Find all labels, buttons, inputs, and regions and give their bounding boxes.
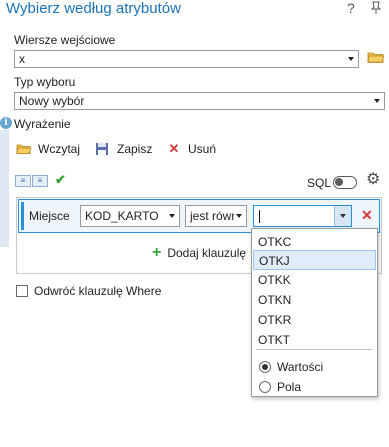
selection-type-combo[interactable]: Nowy wybór bbox=[14, 92, 385, 110]
where-label: Miejsce bbox=[29, 209, 70, 223]
expression-rail bbox=[0, 130, 9, 247]
selection-type-label: Typ wyboru bbox=[14, 75, 76, 89]
remove-label: Usuń bbox=[188, 142, 217, 156]
window-titlebar: Wybierz według atrybutów ? bbox=[0, 0, 389, 22]
save-disk-icon bbox=[95, 142, 111, 156]
load-button[interactable]: Wczytaj bbox=[16, 141, 80, 157]
field-value: KOD_KARTO bbox=[85, 209, 159, 223]
checkbox-box[interactable] bbox=[16, 285, 28, 297]
delete-clause-icon[interactable]: ✕ bbox=[361, 207, 373, 224]
invert-where-checkbox[interactable]: Odwróć klauzulę Where bbox=[16, 284, 161, 298]
browse-folder-icon[interactable] bbox=[367, 50, 385, 64]
sql-label: SQL bbox=[307, 176, 332, 190]
dropdown-option[interactable]: OTKT bbox=[253, 330, 376, 350]
gear-icon[interactable]: ⚙ bbox=[366, 172, 380, 188]
window-title: Wybierz według atrybutów bbox=[6, 0, 181, 17]
chevron-down-icon bbox=[169, 214, 175, 218]
toggle-knob bbox=[335, 178, 343, 186]
chevron-down-icon bbox=[236, 214, 242, 218]
value-dropdown-button[interactable] bbox=[334, 206, 351, 226]
dropdown-option[interactable]: OTKC bbox=[253, 232, 376, 252]
dropdown-option[interactable]: OTKN bbox=[253, 290, 376, 310]
dropdown-option[interactable]: OTKK bbox=[253, 270, 376, 290]
remove-button[interactable]: ✕ Usuń bbox=[166, 141, 216, 157]
operator-value: jest równ bbox=[190, 209, 234, 223]
expression-view-toggles: ≡ ≡ bbox=[15, 175, 48, 187]
expression-label: Wyrażenie bbox=[14, 117, 71, 131]
plus-icon: + bbox=[152, 244, 162, 261]
input-rows-label: Wiersze wejściowe bbox=[14, 33, 116, 47]
load-label: Wczytaj bbox=[38, 142, 80, 156]
value-input[interactable] bbox=[253, 205, 352, 227]
chevron-down-icon bbox=[340, 214, 346, 218]
mode-values-radio[interactable]: Wartości bbox=[259, 360, 323, 374]
radio-button[interactable] bbox=[259, 381, 271, 393]
dropdown-separator bbox=[256, 349, 373, 350]
verify-check-icon[interactable]: ✔ bbox=[55, 172, 66, 188]
indent-icon[interactable]: ≡ bbox=[15, 175, 31, 187]
value-dropdown-list: OTKC OTKJ OTKK OTKN OTKR OTKT Wartości P… bbox=[251, 228, 378, 397]
outdent-icon[interactable]: ≡ bbox=[32, 175, 48, 187]
field-select[interactable]: KOD_KARTO bbox=[80, 205, 180, 227]
chevron-down-icon bbox=[374, 99, 380, 103]
operator-select[interactable]: jest równ bbox=[185, 205, 247, 227]
selection-type-value: Nowy wybór bbox=[19, 94, 85, 108]
close-icon: ✕ bbox=[168, 141, 180, 156]
save-label: Zapisz bbox=[117, 142, 153, 156]
radio-button[interactable] bbox=[259, 361, 271, 373]
mode-values-label: Wartości bbox=[277, 360, 324, 374]
mode-fields-label: Pola bbox=[277, 380, 302, 394]
add-clause-label: Dodaj klauzulę bbox=[167, 246, 247, 260]
dropdown-option-selected[interactable]: OTKJ bbox=[253, 250, 376, 270]
save-button[interactable]: Zapisz bbox=[95, 141, 152, 157]
mode-fields-radio[interactable]: Pola bbox=[259, 380, 301, 394]
help-button[interactable]: ? bbox=[347, 0, 355, 16]
input-rows-combo[interactable]: x bbox=[14, 50, 359, 68]
clause-grip[interactable] bbox=[21, 202, 24, 230]
info-icon: i bbox=[0, 117, 12, 129]
input-rows-value: x bbox=[19, 52, 25, 66]
add-clause-button[interactable]: + Dodaj klauzulę bbox=[152, 244, 247, 261]
text-cursor bbox=[259, 210, 260, 223]
chevron-down-icon bbox=[348, 57, 354, 61]
invert-where-label: Odwróć klauzulę Where bbox=[34, 284, 162, 298]
folder-open-icon bbox=[16, 142, 32, 156]
pin-icon[interactable] bbox=[370, 1, 382, 18]
dropdown-option[interactable]: OTKR bbox=[253, 310, 376, 330]
sql-toggle[interactable] bbox=[333, 176, 357, 189]
